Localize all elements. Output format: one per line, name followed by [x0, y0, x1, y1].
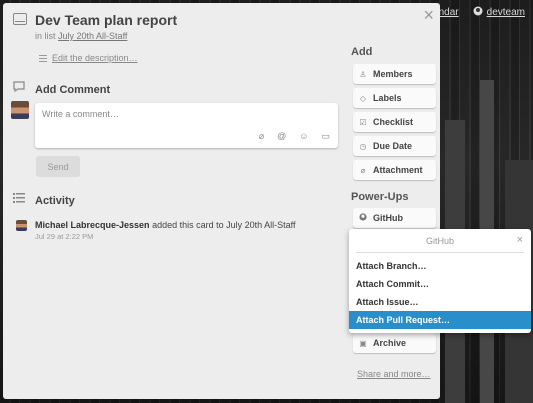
tag-icon: ◇ — [359, 93, 367, 103]
activity-avatar — [16, 220, 27, 231]
attach-pull-request-item[interactable]: Attach Pull Request… — [349, 311, 531, 329]
card-detail-window: × Dev Team plan report in list July 20th… — [3, 3, 440, 399]
person-icon: ♙ — [359, 69, 367, 79]
due-date-label: Due Date — [373, 141, 413, 151]
card-icon — [13, 13, 27, 25]
add-comment-title: Add Comment — [35, 84, 111, 96]
share-and-more-link[interactable]: Share and more… — [357, 369, 431, 379]
popover-divider — [356, 252, 524, 253]
close-icon[interactable]: × — [517, 234, 523, 246]
github-icon — [359, 213, 367, 223]
members-label: Members — [373, 69, 413, 79]
activity-entry: Michael Labrecque-Jessen added this card… — [35, 220, 296, 230]
activity-action: added this card to July 20th All-Staff — [152, 220, 296, 230]
paperclip-icon[interactable]: ⌀ — [259, 131, 264, 142]
activity-title: Activity — [35, 195, 75, 207]
comment-tools: ⌀ @ ☺ ▭ — [259, 131, 330, 142]
members-button[interactable]: ♙ Members — [353, 64, 436, 84]
due-date-button[interactable]: ◷ Due Date — [353, 136, 436, 156]
github-board-link[interactable]: devteam — [473, 6, 525, 19]
archive-button[interactable]: ▣ Archive — [353, 333, 436, 353]
add-section-title: Add — [351, 46, 373, 58]
emoji-icon[interactable]: ☺ — [299, 131, 308, 142]
close-icon[interactable]: × — [423, 6, 434, 24]
github-user-label: devteam — [486, 7, 525, 18]
clock-icon: ◷ — [359, 141, 367, 151]
labels-button[interactable]: ◇ Labels — [353, 88, 436, 108]
activity-user[interactable]: Michael Labrecque-Jessen — [35, 220, 150, 230]
checkbox-icon: ☑ — [359, 117, 367, 127]
paperclip-icon: ⌀ — [360, 165, 366, 175]
checklist-label: Checklist — [373, 117, 414, 127]
avatar — [11, 101, 29, 119]
attachment-button[interactable]: ⌀ Attachment — [353, 160, 436, 180]
github-icon — [473, 6, 483, 19]
activity-timestamp[interactable]: Jul 29 at 2:22 PM — [35, 232, 93, 241]
attachment-label: Attachment — [373, 165, 423, 175]
attach-commit-item[interactable]: Attach Commit… — [349, 275, 531, 293]
mention-icon[interactable]: @ — [277, 131, 286, 142]
edit-description-link[interactable]: Edit the description… — [52, 53, 138, 63]
attach-issue-item[interactable]: Attach Issue… — [349, 293, 531, 311]
attach-branch-item[interactable]: Attach Branch… — [349, 257, 531, 275]
in-list-prefix: in list — [35, 31, 56, 41]
archive-box-icon: ▣ — [359, 338, 367, 348]
comment-input[interactable]: Write a comment… ⌀ @ ☺ ▭ — [35, 103, 338, 148]
labels-label: Labels — [373, 93, 402, 103]
send-button[interactable]: Send — [36, 156, 80, 177]
edit-description[interactable]: Edit the description… — [39, 53, 138, 63]
checklist-button[interactable]: ☑ Checklist — [353, 112, 436, 132]
popover-title: GitHub — [425, 236, 454, 246]
github-powerup-button[interactable]: GitHub — [353, 208, 436, 228]
card-list-info: in list July 20th All-Staff — [35, 31, 127, 41]
github-label: GitHub — [373, 213, 403, 223]
comment-placeholder: Write a comment… — [42, 109, 119, 119]
comment-bubble-icon — [13, 81, 25, 95]
archive-label: Archive — [373, 338, 407, 348]
card-title[interactable]: Dev Team plan report — [35, 12, 177, 28]
powerups-title: Power-Ups — [351, 191, 409, 203]
list-name-link[interactable]: July 20th All-Staff — [58, 31, 127, 41]
activity-list-icon — [13, 193, 25, 206]
description-lines-icon — [39, 54, 47, 62]
card-link-icon[interactable]: ▭ — [321, 131, 330, 142]
github-popover: GitHub × Attach Branch… Attach Commit… A… — [349, 229, 531, 333]
